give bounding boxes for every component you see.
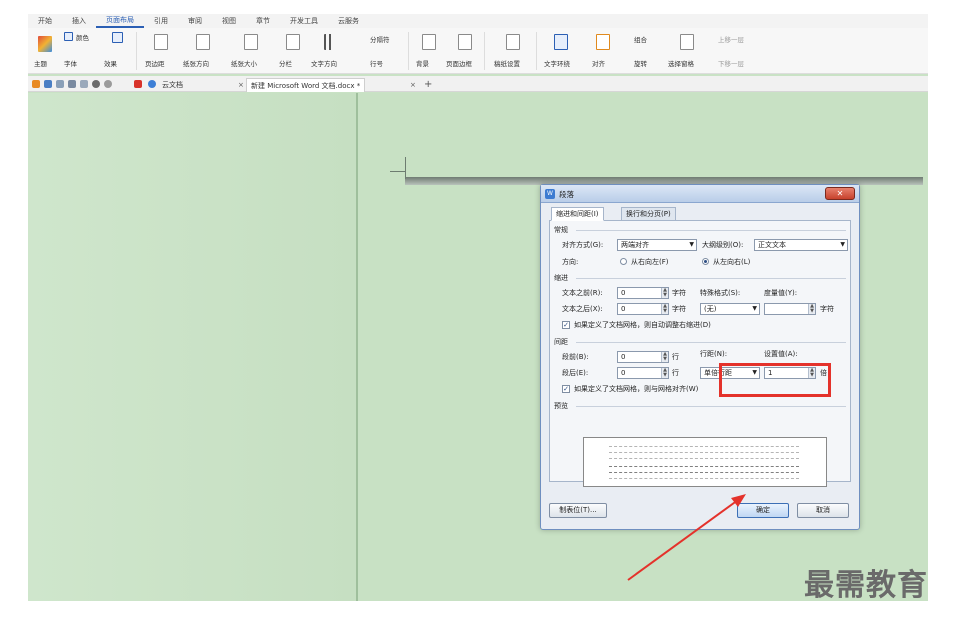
annotation-arrow-icon <box>627 494 746 581</box>
tab-indent-spacing[interactable]: 缩进和间距(I) <box>551 207 604 221</box>
watermark: 最需教育 <box>804 568 928 603</box>
